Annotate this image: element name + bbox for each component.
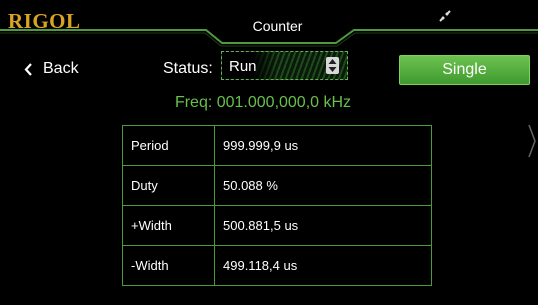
measurement-name: Period xyxy=(122,125,215,166)
measurement-name: +Width xyxy=(122,205,215,246)
table-row: Duty 50.088 % xyxy=(122,165,432,206)
back-button[interactable]: Back xyxy=(24,58,79,80)
measurement-value: 500.881,5 us xyxy=(214,205,432,246)
table-row: -Width 499.118,4 us xyxy=(122,245,432,286)
top-bar: RIGOL Counter xyxy=(0,0,538,48)
chevron-right-icon[interactable] xyxy=(527,124,537,158)
single-button[interactable]: Single xyxy=(399,55,530,85)
usb-link-icon xyxy=(439,10,451,22)
measurement-name: Duty xyxy=(122,165,215,206)
measurement-name: -Width xyxy=(122,245,215,286)
back-label: Back xyxy=(43,60,79,77)
status-value: Run xyxy=(229,58,257,75)
table-row: +Width 500.881,5 us xyxy=(122,205,432,246)
frequency-readout: Freq: 001.000,000,0 kHz xyxy=(174,94,352,111)
measurement-value: 999.999,9 us xyxy=(214,125,432,166)
status-label: Status: xyxy=(163,60,213,77)
page-title: Counter xyxy=(252,18,303,34)
up-down-arrows-icon[interactable] xyxy=(326,57,339,74)
chevron-left-icon xyxy=(24,62,33,76)
status-select[interactable]: Run xyxy=(221,51,348,80)
table-row: Period 999.999,9 us xyxy=(122,125,432,166)
rigol-logo: RIGOL xyxy=(8,9,81,33)
measurement-value: 50.088 % xyxy=(214,165,432,206)
measurement-table: Period 999.999,9 us Duty 50.088 % +Width… xyxy=(122,125,432,286)
measurement-value: 499.118,4 us xyxy=(214,245,432,286)
